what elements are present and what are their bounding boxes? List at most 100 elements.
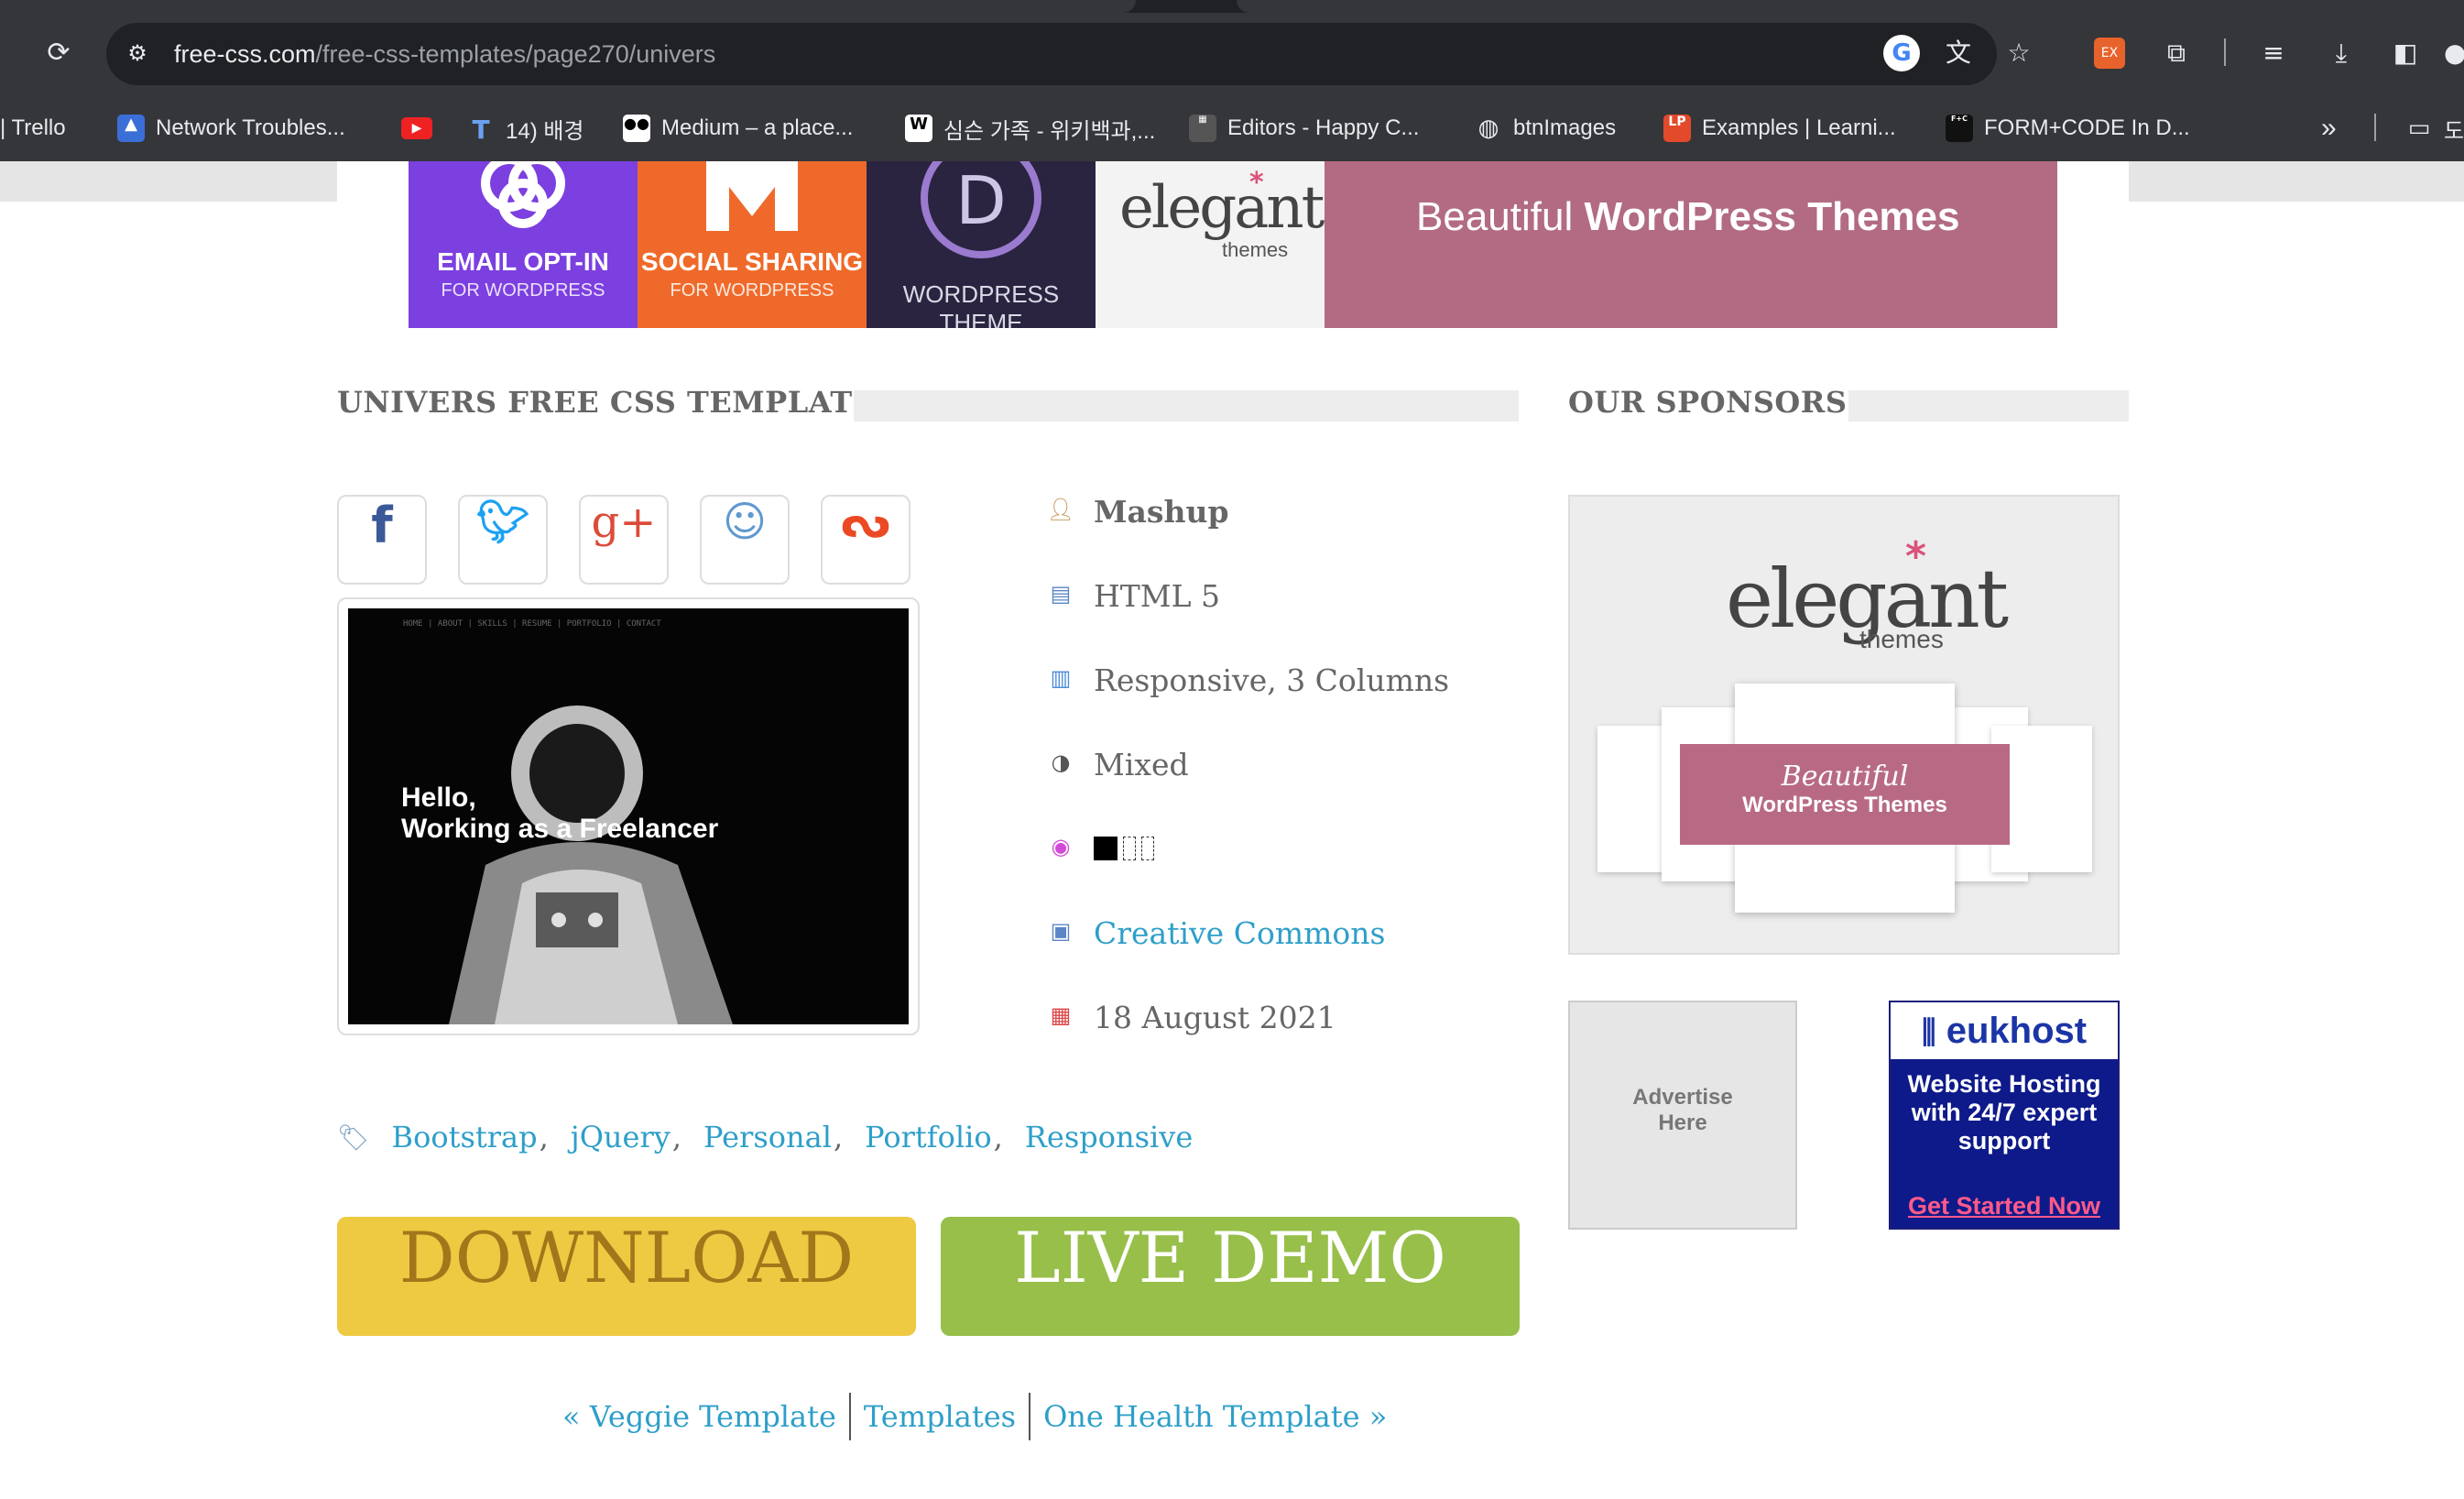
monarch-logo-icon [706,161,798,231]
bookmark-youtube[interactable]: ▶ [401,110,443,147]
facebook-icon: f [371,497,393,554]
color-wheel-icon: ◉ [1051,834,1071,859]
bookmark-star-icon[interactable]: ☆ [2001,35,2037,71]
template-pager: « Veggie Template Templates One Health T… [562,1393,1387,1440]
share-twitter-button[interactable]: 🐦︎ [458,495,548,585]
folder-icon: ▭ [2407,115,2431,142]
medium-icon: ●● [623,115,650,142]
templates-index-link[interactable]: Templates [864,1399,1016,1434]
contrast-icon: ◑ [1051,750,1071,775]
reload-icon[interactable]: ⟳ [42,37,75,70]
tag-link[interactable]: Responsive [1025,1120,1193,1154]
color-swatches [1094,837,1154,860]
advertise-line1: Advertise [1632,1085,1733,1110]
meta-date: ▦ 18 August 2021 [1046,996,1336,1038]
share-googleplus-button[interactable]: g+ [579,495,669,585]
site-settings-icon[interactable]: ⚙ [121,38,154,68]
swatch-black [1094,837,1118,860]
download-button[interactable]: DOWNLOAD [337,1217,916,1336]
bookmark-editors[interactable]: ▦ Editors - Happy C... [1189,110,1419,147]
bookmark-btnimages[interactable]: ◍ btnImages [1475,110,1616,147]
calendar-icon: ▦ [1050,1002,1072,1028]
bookmark-label: FORM+CODE In D... [1984,115,2190,140]
banner-tile-subtitle: FOR WORDPRESS [441,280,605,301]
asterisk-icon: * [1249,167,1264,199]
media-queue-icon[interactable]: ≡ [2255,35,2292,71]
pager-divider [848,1393,851,1440]
bookmark-medium[interactable]: ●● Medium – a place... [623,110,853,147]
profile-avatar[interactable]: ● [2444,35,2464,71]
banner-tile-title: SOCIAL SHARING [640,247,864,276]
tag-link[interactable]: jQuery [571,1120,671,1154]
next-template-link[interactable]: One Health Template » [1043,1399,1387,1434]
bookmark-label: | Trello [0,115,66,140]
bookmark-folder[interactable]: ▭ 도 [2405,110,2464,147]
preview-hello-text: Hello, Working as a Freelancer [401,782,718,845]
tag-link[interactable]: Portfolio [865,1120,992,1154]
banner-headline-light: Beautiful [1416,194,1585,239]
ad-banner-elegant-themes[interactable]: EMAIL OPT-IN FOR WORDPRESS SOCIAL SHARIN… [409,161,2057,328]
eukhost-logo: ⫼ eukhost [1891,1002,2118,1059]
asterisk-icon: * [1905,533,1927,580]
bookmark-formcode[interactable]: F+C FORM+CODE In D... [1946,110,2190,147]
bookmark-background[interactable]: T 14) 배경 [467,110,584,147]
preview-hello-line2: Working as a Freelancer [401,814,719,844]
tag-separator: , [833,1120,844,1154]
sponsors-title-bar [1848,390,2129,421]
meta-license[interactable]: ▣ Creative Commons [1046,912,1386,954]
tag-link[interactable]: Personal [703,1120,832,1154]
tab-inactive[interactable] [1237,0,2464,13]
sponsor-ribbon-line1: Beautiful [1781,760,1909,793]
google-icon[interactable]: G [1883,35,1920,71]
prev-template-link[interactable]: « Veggie Template [562,1399,836,1434]
tag-link[interactable]: Bootstrap [392,1120,538,1154]
elegant-sub: themes [1222,238,1289,261]
tags-list: 🏷︎ Bootstrap, jQuery, Personal, Portfoli… [337,1114,1193,1160]
bookmark-label: 14) 배경 [506,118,584,144]
url-text[interactable]: free-css.com/free-css-templates/page270/… [174,37,715,71]
tab-active[interactable] [0,0,1136,13]
extensions-puzzle-icon[interactable]: ⧉ [2158,35,2195,71]
googleplus-icon: g+ [591,497,657,548]
extension-ex-icon[interactable]: EX [2094,38,2125,69]
bookmark-trello[interactable]: | Trello [0,110,66,147]
sponsor-eukhost-ad[interactable]: ⫼ eukhost Website Hosting with 24/7 expe… [1889,1001,2120,1230]
bookmarks-divider [2374,114,2376,141]
bookmark-label: 심슨 가족 - 위키백과,... [943,118,1156,144]
side-panel-icon[interactable]: ◧ [2387,35,2424,71]
advertise-here-box[interactable]: Advertise Here [1568,1001,1797,1230]
bookmark-label: Editors - Happy C... [1227,115,1420,140]
template-preview-image[interactable]: HOME | ABOUT | SKILLS | RESUME | PORTFOL… [348,608,909,1024]
stumbleupon-icon: ᔓ [840,497,891,548]
sponsor-sub: themes [1859,625,1944,653]
banner-tile-subtitle: FOR WORDPRESS [670,280,834,301]
banner-tile-social-sharing: SOCIAL SHARING FOR WORDPRESS [638,161,867,328]
bookmark-label: Network Troubles... [156,115,345,140]
bookmarks-more-button[interactable]: » [2321,110,2337,147]
swatch-white [1123,837,1136,860]
share-stumbleupon-button[interactable]: ᔓ [821,495,910,585]
translate-icon[interactable]: 文 [1940,35,1977,71]
sponsor-elegant-themes-ad[interactable]: elegant themes * Beautiful WordPress The… [1568,495,2120,955]
qr-icon: ▦ [1189,115,1216,142]
url-path: /free-css-templates/page270/univers [315,40,716,68]
network-icon: ▲ [117,115,145,142]
download-icon[interactable]: ⤓ [2323,35,2360,71]
bookmark-wikipedia[interactable]: W 심슨 가족 - 위키백과,... [905,110,1155,147]
license-icon: ▣ [1050,918,1072,944]
license-link[interactable]: Creative Commons [1094,915,1385,951]
swatch-white [1141,837,1154,860]
share-facebook-button[interactable]: f [337,495,427,585]
meta-style: ◑ Mixed [1046,743,1189,785]
bookmark-examples[interactable]: LP Examples | Learni... [1663,110,1896,147]
live-demo-button[interactable]: LIVE DEMO [941,1217,1520,1336]
tag-icon: 🏷︎ [337,1122,370,1153]
share-reddit-button[interactable]: ☺ [700,495,790,585]
pager-divider [1029,1393,1031,1440]
elegant-wordmark: elegant [1119,174,1325,242]
meta-layout-value: Responsive, 3 Columns [1094,662,1450,698]
lp-icon: LP [1663,115,1691,142]
eukhost-cta-link[interactable]: Get Started Now [1891,1186,2118,1228]
preview-hello-line1: Hello, [401,782,476,813]
bookmark-network[interactable]: ▲ Network Troubles... [117,110,345,147]
